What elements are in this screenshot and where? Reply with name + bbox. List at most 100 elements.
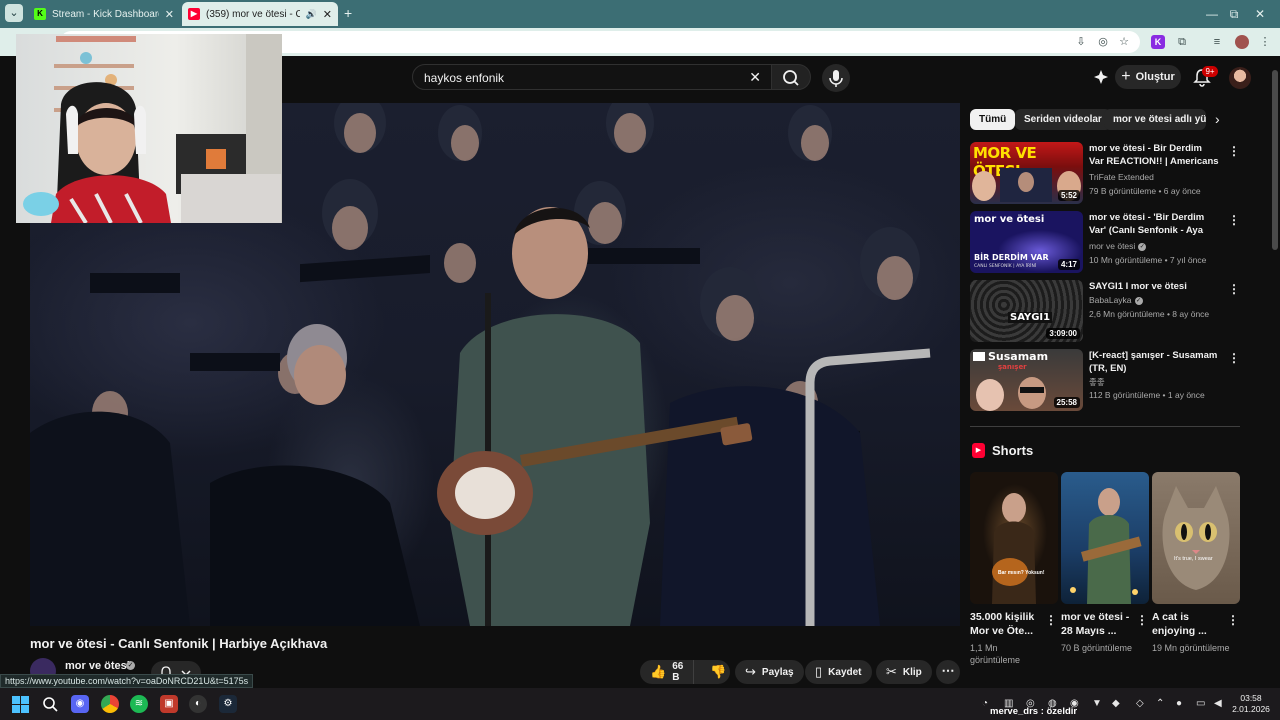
short-item[interactable]: Bar mısın? Yoksun! 35.000 kişilik Mor ve…	[970, 472, 1058, 665]
recommendation-channel[interactable]: 좋좋	[1089, 376, 1105, 388]
short-caption: Bar mısın? Yoksun!	[998, 570, 1045, 576]
network-icon[interactable]: ▭	[1196, 698, 1205, 709]
kebab-menu-icon[interactable]: ⋮	[1228, 144, 1240, 158]
media-control-icon[interactable]: ≡	[1210, 35, 1224, 49]
recommendation-title[interactable]: [K-react] şanışer - Susamam (TR, EN)	[1089, 349, 1219, 375]
chrome-icon[interactable]	[101, 695, 119, 713]
puzzle-icon[interactable]: ⧉	[1175, 35, 1189, 49]
bookmark-star-icon[interactable]: ☆	[1117, 35, 1131, 49]
close-window-button[interactable]: ✕	[1240, 0, 1280, 28]
korea-flag-icon	[973, 352, 985, 361]
menu-kebab-icon[interactable]: ⋮	[1258, 35, 1272, 49]
save-button[interactable]: ▯ Kaydet	[805, 660, 872, 684]
create-label: Oluştur	[1135, 71, 1175, 83]
short-thumbnail[interactable]	[1061, 472, 1149, 604]
share-label: Paylaş	[761, 666, 794, 678]
game-launcher-icon[interactable]: ▣	[160, 695, 178, 713]
kebab-menu-icon[interactable]: ⋮	[1227, 613, 1239, 627]
share-button[interactable]: ↪ Paylaş	[735, 660, 804, 684]
spotify-icon[interactable]: ≋	[130, 695, 148, 713]
short-title[interactable]: A cat is enjoying ...	[1152, 610, 1224, 638]
recommendation-item[interactable]: Susamam şanışer 25:58 [K-react] şanışer …	[970, 349, 1250, 411]
eye-off-icon[interactable]: ◎	[1096, 35, 1110, 49]
page-scrollbar[interactable]	[1270, 56, 1280, 686]
premium-sparkle-icon[interactable]	[1092, 68, 1110, 86]
tab-title: (359) mor ve ötesi - Canlı Se	[206, 8, 300, 20]
tab-kick-dashboard[interactable]: K Stream - Kick Dashboard ✕	[28, 2, 180, 26]
video-thumbnail[interactable]: mor ve ötesi BİR DERDİM VAR CANLI SENFON…	[970, 211, 1083, 273]
search-icon[interactable]	[42, 696, 59, 713]
tray-app-icon[interactable]: ◆	[1112, 698, 1120, 709]
windows-start-icon[interactable]	[12, 696, 29, 713]
new-tab-button[interactable]: +	[344, 5, 352, 21]
short-title[interactable]: mor ve ötesi - 28 Mayıs ...	[1061, 610, 1133, 638]
recommendation-channel[interactable]: BabaLayka ✓	[1089, 295, 1143, 305]
tray-app-icon[interactable]: ◇	[1136, 698, 1144, 709]
search-input[interactable]: haykos enfonik ✕	[412, 64, 772, 90]
profile-avatar[interactable]	[1235, 35, 1249, 49]
notifications-badge: 9+	[1202, 66, 1218, 77]
guitarist-art	[992, 493, 1036, 604]
kebab-menu-icon[interactable]: ⋮	[1228, 351, 1240, 365]
kebab-menu-icon[interactable]: ⋮	[1228, 282, 1240, 296]
video-thumbnail[interactable]: SAYGI1 3:09:00	[970, 280, 1083, 342]
account-avatar[interactable]	[1229, 67, 1251, 89]
recommendation-item[interactable]: MOR VE ÖTESI 5:52 mor ve ötesi - Bir Der…	[970, 142, 1250, 204]
discord-icon[interactable]: ◉	[71, 695, 89, 713]
like-button[interactable]: 👍 66 B	[640, 660, 695, 684]
show-hidden-icons-icon[interactable]: ⌃	[1156, 698, 1164, 709]
install-app-icon[interactable]: ⇩	[1074, 35, 1088, 49]
system-clock[interactable]: 03:58 2.01.2026	[1231, 693, 1271, 715]
microphone-icon[interactable]: ●	[1176, 698, 1182, 709]
clear-search-icon[interactable]: ✕	[749, 69, 761, 86]
recommendation-channel[interactable]: TriFate Extended	[1089, 172, 1154, 182]
search-button[interactable]	[771, 64, 811, 90]
recommendation-title[interactable]: mor ve ötesi - 'Bir Derdim Var' (Canlı S…	[1089, 211, 1219, 237]
video-thumbnail[interactable]: Susamam şanışer 25:58	[970, 349, 1083, 411]
dislike-button[interactable]: 👎	[700, 664, 736, 680]
recommendation-meta: 2,6 Mn görüntüleme • 8 ay önce	[1089, 309, 1210, 319]
recommendation-title[interactable]: mor ve ötesi - Bir Derdim Var REACTION!!…	[1089, 142, 1219, 168]
obs-icon[interactable]: ◐	[189, 695, 207, 713]
recommendation-title[interactable]: SAYGI1 I mor ve ötesi	[1089, 280, 1219, 293]
recommendation-item[interactable]: mor ve ötesi BİR DERDİM VAR CANLI SENFON…	[970, 211, 1250, 273]
audio-playing-icon[interactable]: 🔊	[306, 9, 317, 20]
sidebar-divider	[970, 426, 1240, 427]
video-thumbnail[interactable]: MOR VE ÖTESI 5:52	[970, 142, 1083, 204]
chip-series[interactable]: Seriden videolar	[1015, 109, 1111, 130]
recommendation-item[interactable]: SAYGI1 3:09:00 SAYGI1 I mor ve ötesi Bab…	[970, 280, 1250, 342]
chip-uploader[interactable]: mor ve ötesi adlı yükleyic	[1104, 109, 1206, 130]
tab-search-button[interactable]: ⌄	[5, 4, 23, 22]
chip-all[interactable]: Tümü	[970, 109, 1016, 130]
create-button[interactable]: + Oluştur	[1115, 65, 1181, 89]
clip-button[interactable]: ✂ Klip	[876, 660, 932, 684]
shorts-heading: Shorts	[992, 443, 1034, 458]
kebab-menu-icon[interactable]: ⋮	[1228, 213, 1240, 227]
voice-search-button[interactable]	[822, 64, 850, 92]
kebab-menu-icon[interactable]: ⋮	[1136, 613, 1148, 627]
youtube-icon: ▶	[188, 8, 200, 20]
channel-name[interactable]: mor ve ötesi	[65, 660, 130, 672]
kebab-menu-icon[interactable]: ⋮	[1045, 613, 1057, 627]
short-item[interactable]: mor ve ötesi - 28 Mayıs ... 70 B görüntü…	[1061, 472, 1149, 653]
close-tab-icon[interactable]: ✕	[323, 8, 332, 21]
volume-icon[interactable]: ◀	[1214, 698, 1222, 709]
more-actions-button[interactable]: ⋯	[936, 660, 960, 684]
chevron-right-icon[interactable]: ›	[1215, 111, 1220, 127]
short-item[interactable]: It's true, I swear A cat is enjoying ...…	[1152, 472, 1240, 653]
short-thumbnail[interactable]: It's true, I swear	[1152, 472, 1240, 604]
extension-icon[interactable]: K	[1151, 35, 1165, 49]
recommendation-channel[interactable]: mor ve ötesi ✓	[1089, 241, 1147, 251]
tray-app-icon[interactable]: ▼	[1092, 698, 1102, 709]
share-arrow-icon: ↪	[745, 664, 756, 679]
like-dislike-group: 👍 66 B 👎	[640, 660, 730, 684]
short-thumbnail[interactable]: Bar mısın? Yoksun!	[970, 472, 1058, 604]
like-count: 66 B	[672, 661, 684, 683]
close-tab-icon[interactable]: ✕	[165, 8, 174, 21]
short-title[interactable]: 35.000 kişilik Mor ve Öte...	[970, 610, 1042, 638]
tab-youtube[interactable]: ▶ (359) mor ve ötesi - Canlı Se 🔊 ✕	[182, 2, 338, 26]
windows-taskbar: ◉ ≋ ▣ ◐ ⚙ ◔ ▥ ◎ ◍ ◉ ▼ ◆ ◇ ⌃ ● ▭ ◀	[0, 688, 1280, 720]
scrollbar-thumb[interactable]	[1272, 70, 1278, 250]
steam-icon[interactable]: ⚙	[219, 695, 237, 713]
whatsapp-icon[interactable]: ◔	[982, 698, 988, 709]
